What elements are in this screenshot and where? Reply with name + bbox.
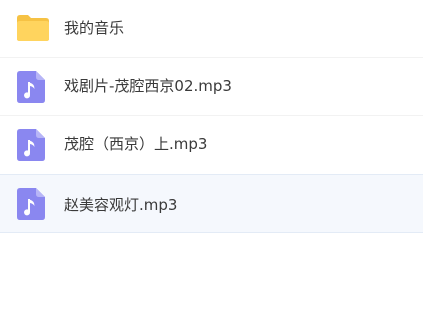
music-file-icon [17, 188, 45, 220]
file-name: 我的音乐 [64, 19, 125, 37]
folder-icon [17, 13, 49, 45]
file-row-audio[interactable]: 戏剧片-茂腔西京02.mp3 [0, 58, 423, 115]
file-row-audio-selected[interactable]: 赵美容观灯.mp3 [0, 174, 423, 233]
file-name: 茂腔（西京）上.mp3 [64, 135, 208, 153]
file-row-folder[interactable]: 我的音乐 [0, 0, 423, 57]
file-name: 赵美容观灯.mp3 [64, 196, 178, 214]
file-name: 戏剧片-茂腔西京02.mp3 [64, 77, 232, 95]
music-file-icon [17, 129, 45, 161]
music-file-icon [17, 71, 45, 103]
file-row-audio[interactable]: 茂腔（西京）上.mp3 [0, 116, 423, 173]
